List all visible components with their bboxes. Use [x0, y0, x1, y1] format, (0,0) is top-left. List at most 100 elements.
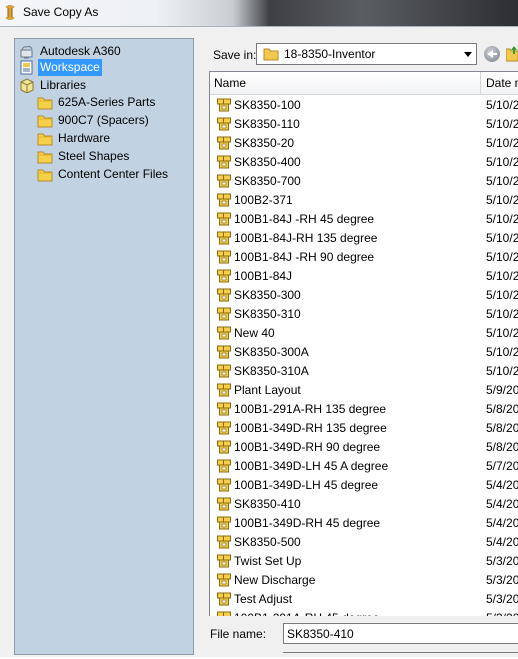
file-name: Twist Set Up — [234, 554, 302, 568]
inventor-app-icon — [6, 5, 14, 20]
window-title: Save Copy As — [23, 5, 99, 19]
file-date: 5/3/20 — [486, 573, 518, 587]
file-row[interactable]: SK8350-700 5/10/2 — [210, 171, 518, 190]
file-date: 5/4/20 — [486, 516, 518, 530]
file-name: 100B1-291A-RH 45 degree — [234, 611, 379, 616]
save-in-label: Save in: — [213, 48, 257, 62]
file-row[interactable]: SK8350-300A 5/10/2 — [210, 342, 518, 361]
assembly-file-icon — [216, 97, 232, 112]
file-date: 5/3/20 — [486, 592, 518, 606]
file-row[interactable]: SK8350-400 5/10/2 — [210, 152, 518, 171]
title-bar[interactable]: Save Copy As — [0, 0, 518, 27]
file-date: 5/10/2 — [486, 193, 518, 207]
file-row[interactable]: SK8350-310 5/10/2 — [210, 304, 518, 323]
file-name: 100B1-349D-RH 90 degree — [234, 440, 381, 454]
file-row[interactable]: SK8350-500 5/4/20 — [210, 532, 518, 551]
folder-icon — [37, 167, 53, 182]
file-name: SK8350-20 — [234, 136, 295, 150]
chevron-down-icon[interactable] — [464, 52, 472, 57]
assembly-file-icon — [216, 477, 232, 492]
folder-icon — [37, 131, 53, 146]
file-date: 5/4/20 — [486, 535, 518, 549]
file-name: SK8350-100 — [234, 98, 301, 112]
file-name: Plant Layout — [234, 383, 301, 397]
folder-icon — [37, 113, 53, 128]
file-row[interactable]: SK8350-100 5/10/2 — [210, 95, 518, 114]
file-row[interactable]: 100B1-349D-RH 135 degree 5/8/20 — [210, 418, 518, 437]
folder-icon — [37, 95, 53, 110]
file-name: SK8350-310A — [234, 364, 309, 378]
file-row[interactable]: Test Adjust 5/3/20 — [210, 589, 518, 608]
assembly-file-icon — [216, 534, 232, 549]
file-date: 5/8/20 — [486, 421, 518, 435]
file-row[interactable]: Twist Set Up 5/3/20 — [210, 551, 518, 570]
assembly-file-icon — [216, 363, 232, 378]
file-name: SK8350-300 — [234, 288, 301, 302]
file-date: 5/10/2 — [486, 231, 518, 245]
file-row[interactable]: 100B1-291A-RH 135 degree 5/8/20 — [210, 399, 518, 418]
file-date: 5/10/2 — [486, 117, 518, 131]
assembly-file-icon — [216, 382, 232, 397]
assembly-file-icon — [216, 154, 232, 169]
file-row[interactable]: 100B1-84J-RH 135 degree 5/10/2 — [210, 228, 518, 247]
file-name: SK8350-700 — [234, 174, 301, 188]
file-name-input[interactable] — [283, 623, 518, 644]
file-row[interactable]: 100B1-84J -RH 90 degree 5/10/2 — [210, 247, 518, 266]
file-row[interactable]: 100B1-349D-RH 90 degree 5/8/20 — [210, 437, 518, 456]
file-date: 5/4/20 — [486, 497, 518, 511]
place-item-label: Autodesk A360 — [40, 44, 121, 58]
column-header-date[interactable]: Date m — [486, 76, 518, 90]
file-name: SK8350-500 — [234, 535, 301, 549]
place-item-label: Steel Shapes — [58, 149, 130, 163]
up-folder-icon[interactable] — [506, 44, 518, 62]
file-name: SK8350-110 — [234, 117, 300, 131]
file-name: SK8350-410 — [234, 497, 301, 511]
file-list[interactable]: Name Date m SK8350-100 5/10/2 SK8350-110 5/… — [209, 71, 518, 616]
assembly-file-icon — [216, 192, 232, 207]
folder-icon — [37, 149, 53, 164]
place-item-label: Content Center Files — [58, 167, 169, 181]
file-name: SK8350-400 — [234, 155, 301, 169]
file-row[interactable]: 100B1-349D-RH 45 degree 5/4/20 — [210, 513, 518, 532]
file-row[interactable]: New Discharge 5/3/20 — [210, 570, 518, 589]
back-button[interactable] — [484, 46, 500, 62]
file-row[interactable]: 100B2-371 5/10/2 — [210, 190, 518, 209]
file-row[interactable]: 100B1-349D-LH 45 degree 5/4/20 — [210, 475, 518, 494]
file-name: Test Adjust — [234, 592, 293, 606]
file-name: 100B2-371 — [234, 193, 293, 207]
assembly-file-icon — [216, 515, 232, 530]
save-in-dropdown[interactable]: 18-8350-Inventor — [256, 43, 477, 65]
assembly-file-icon — [216, 591, 232, 606]
libraries-icon — [19, 78, 35, 94]
file-date: 5/4/20 — [486, 478, 518, 492]
file-date: 5/10/2 — [486, 288, 518, 302]
file-row[interactable]: SK8350-110 5/10/2 — [210, 114, 518, 133]
file-row[interactable]: 100B1-84J 5/10/2 — [210, 266, 518, 285]
file-name: 100B1-349D-RH 45 degree — [234, 516, 381, 530]
file-row[interactable]: Plant Layout 5/9/20 — [210, 380, 518, 399]
file-row[interactable]: SK8350-410 5/4/20 — [210, 494, 518, 513]
file-date: 5/8/20 — [486, 440, 518, 454]
column-header-name[interactable]: Name — [214, 76, 246, 90]
file-date: 5/3/20 — [486, 554, 518, 568]
file-row[interactable]: 100B1-84J -RH 45 degree 5/10/2 — [210, 209, 518, 228]
file-row[interactable]: 100B1-349D-LH 45 A degree 5/7/20 — [210, 456, 518, 475]
assembly-file-icon — [216, 553, 232, 568]
file-name: 100B1-84J — [234, 269, 293, 283]
file-row[interactable]: SK8350-310A 5/10/2 — [210, 361, 518, 380]
assembly-file-icon — [216, 458, 232, 473]
places-pane[interactable]: Autodesk A360 Workspace Libraries 625A-Seri… — [14, 38, 194, 655]
file-date: 5/10/2 — [486, 98, 518, 112]
file-date: 5/7/20 — [486, 459, 518, 473]
column-divider[interactable] — [480, 72, 481, 94]
place-item-label: 625A-Series Parts — [58, 95, 156, 109]
file-row[interactable]: SK8350-300 5/10/2 — [210, 285, 518, 304]
assembly-file-icon — [216, 439, 232, 454]
file-row[interactable]: SK8350-20 5/10/2 — [210, 133, 518, 152]
file-row[interactable]: New 40 5/10/2 — [210, 323, 518, 342]
save-as-type-field[interactable] — [283, 652, 518, 659]
file-row[interactable]: 100B1-291A-RH 45 degree 5/3/20 — [210, 608, 518, 616]
folder-icon — [263, 48, 279, 61]
file-date: 5/3/20 — [486, 611, 518, 616]
assembly-file-icon — [216, 420, 232, 435]
